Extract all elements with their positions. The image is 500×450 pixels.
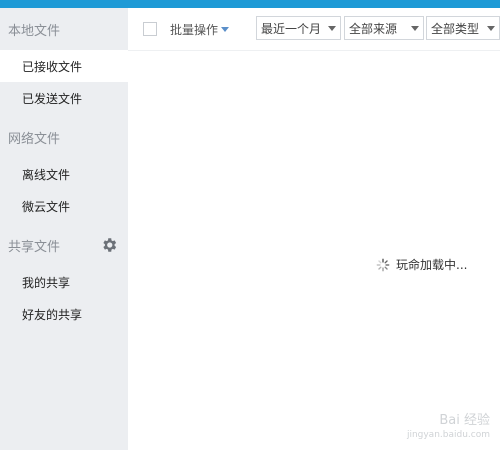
gear-icon[interactable] [100, 236, 118, 254]
batch-operations-button[interactable]: 批量操作 [170, 20, 230, 38]
loading-text: 玩命加载中... [396, 258, 468, 272]
sidebar-item-received-files[interactable]: 已接收文件 [0, 50, 128, 82]
sidebar: 本地文件 已接收文件 已发送文件 网络文件 离线文件 微云文件 共享文件 我的共… [0, 8, 128, 450]
loading-indicator: 玩命加载中... [376, 256, 467, 273]
chevron-down-icon [487, 26, 495, 31]
chevron-down-icon [411, 26, 419, 31]
sidebar-item-weiyun-files[interactable]: 微云文件 [0, 190, 128, 222]
time-filter-value: 最近一个月 [261, 21, 322, 36]
section-network-files: 网络文件 [8, 131, 61, 147]
sidebar-item-my-shares[interactable]: 我的共享 [0, 266, 128, 298]
select-all-checkbox[interactable] [143, 22, 157, 36]
section-local-files: 本地文件 [8, 23, 61, 39]
toolbar: 批量操作 最近一个月 全部来源 全部类型 [128, 8, 500, 51]
caret-down-icon [221, 26, 230, 32]
source-filter-value: 全部来源 [349, 21, 398, 36]
watermark: Bai 经验 jingyan.baidu.com [407, 414, 490, 442]
time-filter-select[interactable]: 最近一个月 [256, 16, 341, 40]
sidebar-item-offline-files[interactable]: 离线文件 [0, 158, 128, 190]
sidebar-item-friends-shares[interactable]: 好友的共享 [0, 298, 128, 330]
chevron-down-icon [328, 26, 336, 31]
batch-operations-label: 批量操作 [170, 22, 219, 37]
type-filter-select[interactable]: 全部类型 [426, 16, 500, 40]
type-filter-value: 全部类型 [431, 21, 480, 36]
source-filter-select[interactable]: 全部来源 [344, 16, 424, 40]
watermark-text: Bai 经验 [439, 413, 490, 428]
top-accent-bar [0, 0, 500, 8]
watermark-subtext: jingyan.baidu.com [406, 430, 490, 440]
main-content: 批量操作 最近一个月 全部来源 全部类型 玩命加载中... Bai 经验 jin… [128, 8, 500, 450]
sidebar-item-sent-files[interactable]: 已发送文件 [0, 82, 128, 114]
spinner-icon [376, 258, 390, 271]
